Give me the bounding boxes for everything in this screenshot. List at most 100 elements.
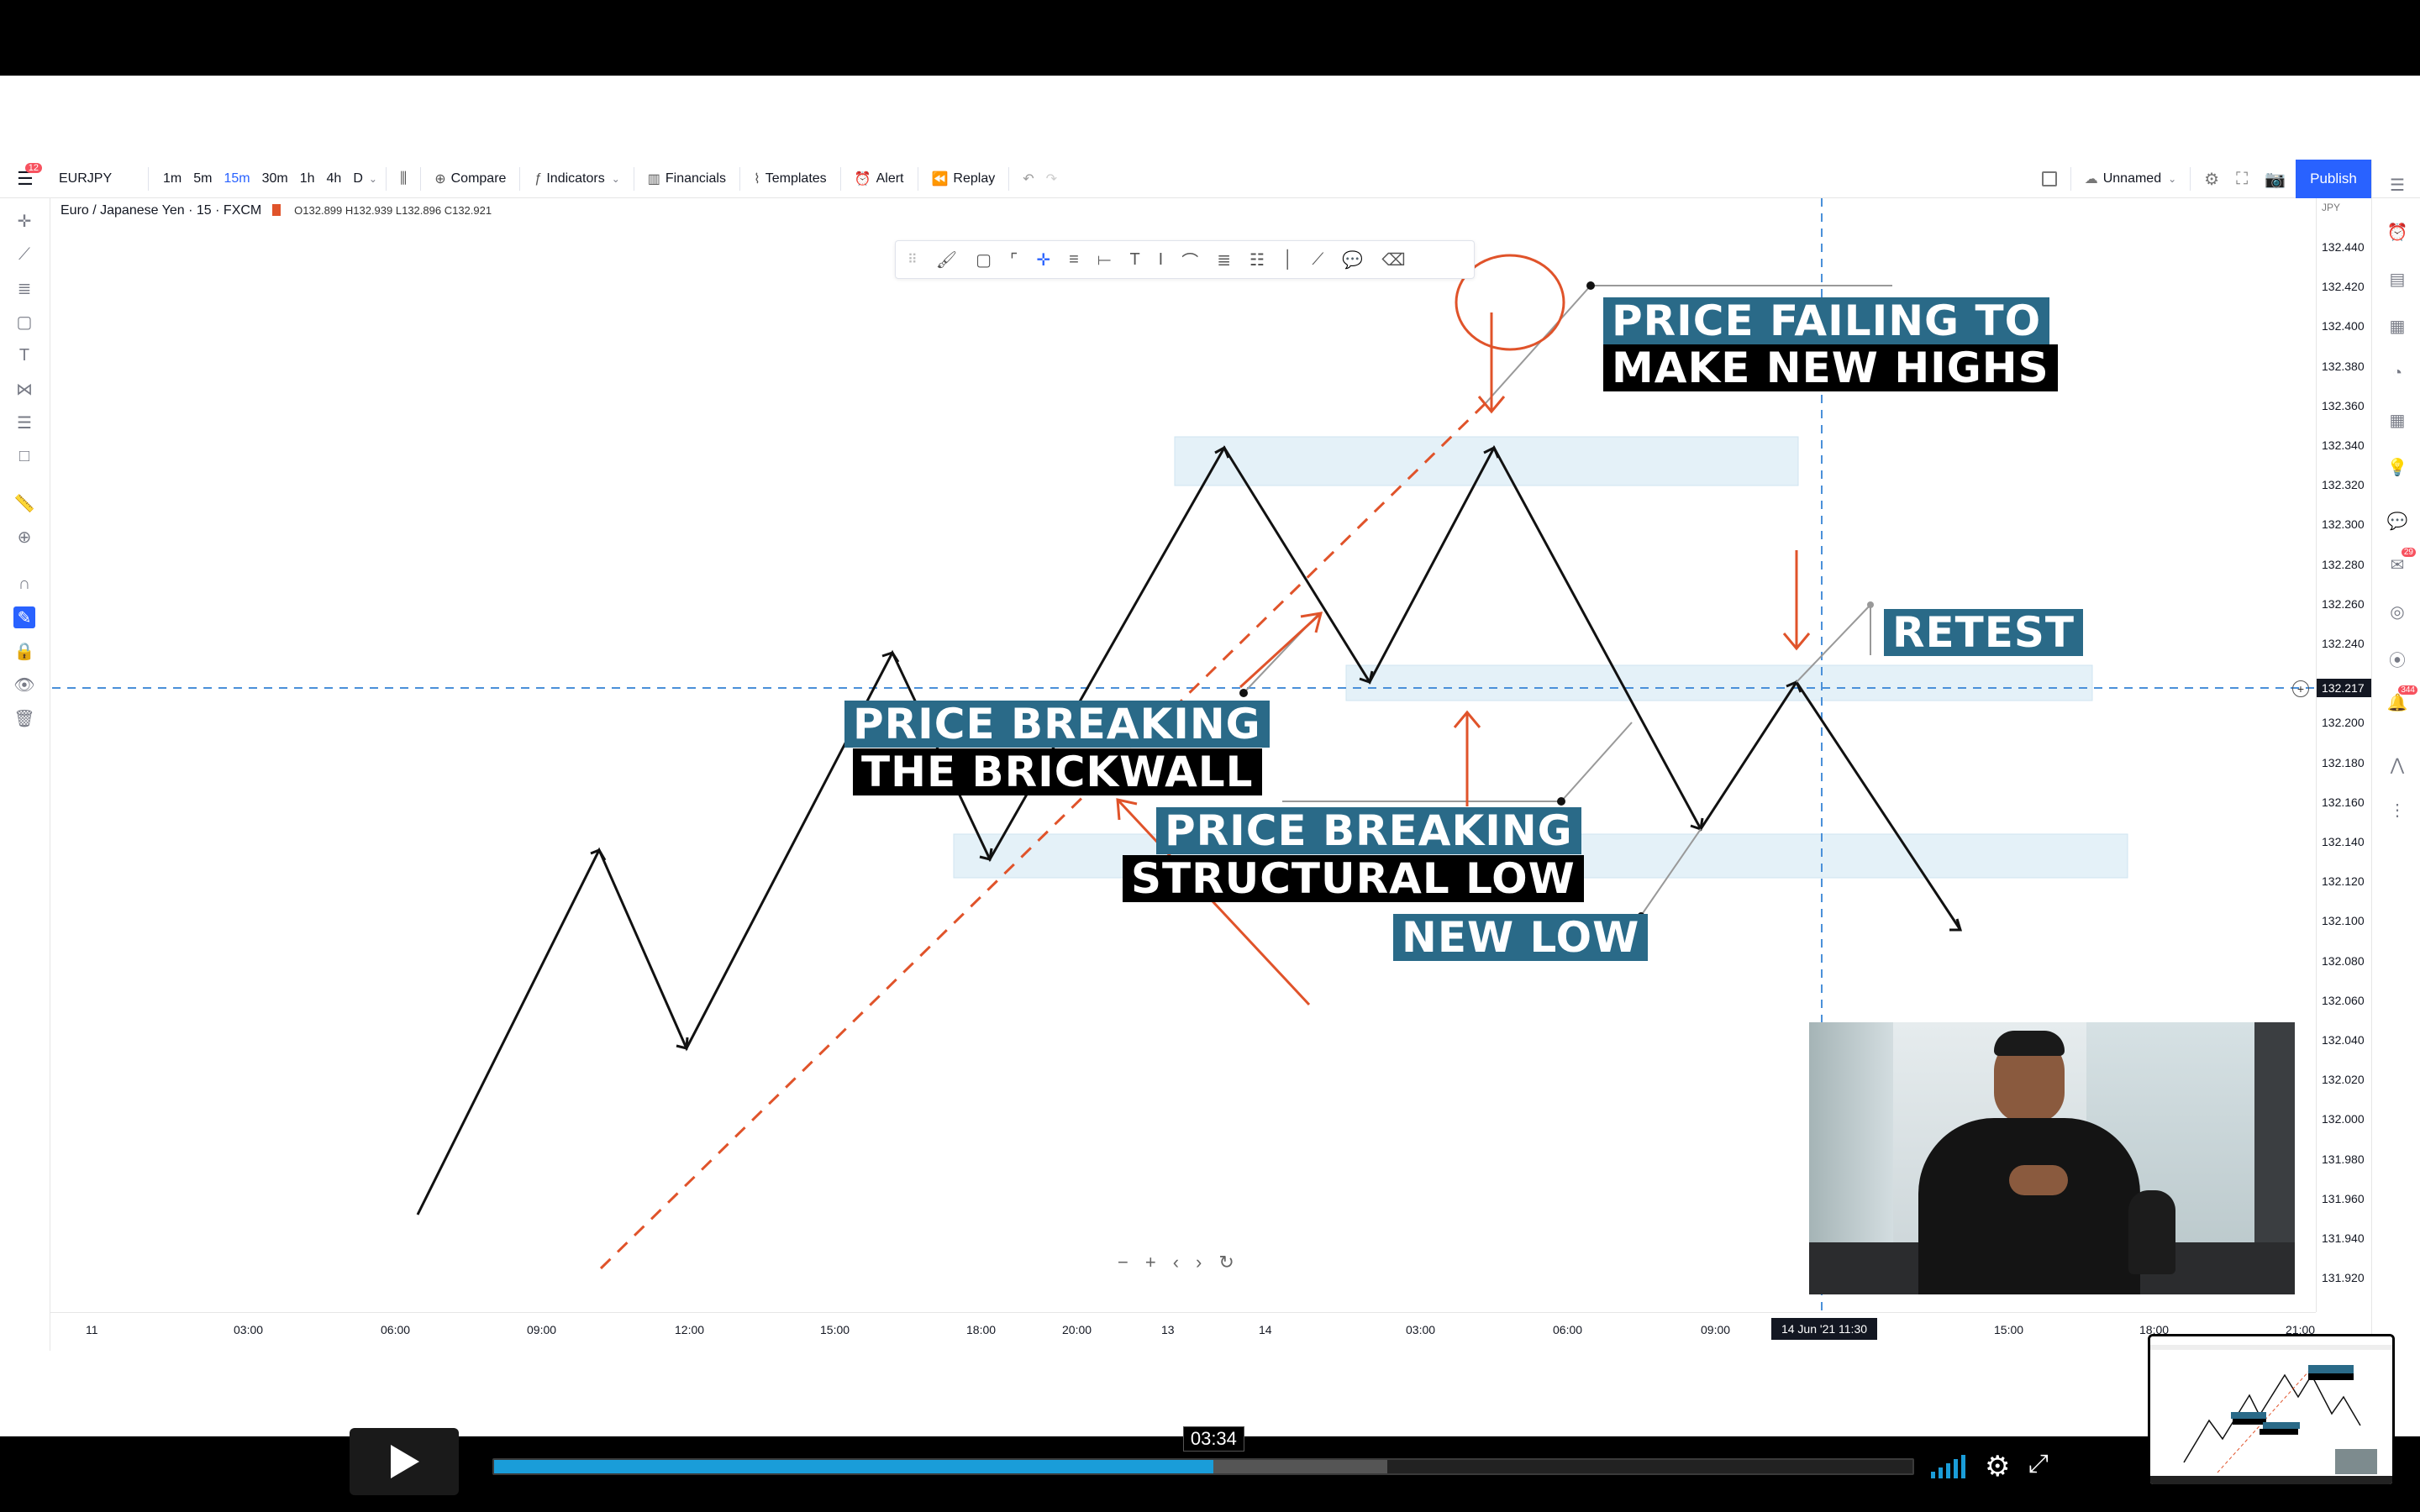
calendar-icon[interactable]: ▦	[2386, 408, 2409, 432]
settings-gear-icon[interactable]: ⚙	[1985, 1450, 2010, 1483]
notes-icon[interactable]: ▦	[2386, 314, 2409, 338]
anchor-point[interactable]	[1586, 281, 1595, 290]
crosshair-time-tag: 14 Jun '21 11:30	[1771, 1318, 1877, 1340]
volume-bar	[1931, 1472, 1935, 1478]
volume-bar	[1939, 1467, 1943, 1478]
hotlist-icon[interactable]: ◔	[2386, 361, 2409, 385]
progress-played	[494, 1460, 1213, 1473]
watchlist-icon[interactable]: ☰	[2386, 173, 2409, 197]
play-icon	[391, 1445, 419, 1478]
play-button[interactable]	[350, 1428, 459, 1495]
streams-icon[interactable]: ◎	[2386, 600, 2409, 623]
time-axis[interactable]: 11 03:00 06:00 09:00 12:00 15:00 18:00 20:00 13 1…	[50, 1312, 2316, 1346]
scroll-left-icon[interactable]: ‹	[1173, 1252, 1179, 1273]
price-tick-label: 132.380	[2322, 359, 2365, 373]
fib-tool-icon[interactable]: ≣	[1217, 249, 1231, 270]
ideas-icon[interactable]: 💡	[2386, 455, 2409, 479]
alerts-badge: 344	[2398, 685, 2417, 695]
price-tick-label: 132.080	[2322, 953, 2365, 968]
price-tick-label: 132.040	[2322, 1033, 2365, 1047]
price-tick-label: 132.260	[2322, 596, 2365, 611]
caption-brickwall-line2: THE BRICKWALL	[853, 748, 1262, 795]
comment-icon[interactable]: 💬	[1342, 249, 1363, 270]
right-sidebar: ☰ ⏰ ▤ ▦ ◔ ▦ 💡 💬 ✉ 29 ◎ ⦿ 🔔 344 ⋀ ⋮	[2371, 160, 2420, 1352]
anchor-point[interactable]	[1239, 689, 1248, 697]
crosshair-time-value: 14 Jun '21 11:30	[1781, 1322, 1868, 1336]
time-tick-label: 18:00	[966, 1323, 997, 1336]
price-tick-label: 132.320	[2322, 478, 2365, 492]
presenter-webcam	[1809, 1022, 2295, 1294]
curve-tool-icon[interactable]: ⌒	[1181, 248, 1198, 272]
progress-bar[interactable]	[492, 1458, 1914, 1475]
price-tick-label: 132.240	[2322, 637, 2365, 650]
broadcast-icon[interactable]: ⦿	[2386, 647, 2409, 670]
time-tick-label: 15:00	[1994, 1323, 2024, 1336]
support-zone-upper[interactable]	[1345, 664, 2093, 701]
volume-bar	[1961, 1455, 1965, 1478]
floating-drawing-toolbar: ⠿ 🖌 ▢ ⌜ ✛ ≡ ⟝ T I ⌒ ≣ ☷ │ ⟋ 💬 ⌫	[895, 240, 1475, 279]
reset-chart-icon[interactable]: ↻	[1218, 1252, 1234, 1273]
zoom-in-icon[interactable]: +	[1145, 1252, 1156, 1273]
text-tool-icon[interactable]: T	[1129, 250, 1139, 270]
time-tick-label: 11	[86, 1323, 98, 1336]
vertical-line-icon[interactable]: │	[1283, 250, 1294, 270]
caption-structural-line1: PRICE BREAKING	[1156, 807, 1581, 854]
price-tick-label: 132.060	[2322, 993, 2365, 1007]
time-tick-label: 15:00	[820, 1323, 850, 1336]
brush-icon[interactable]: 🖌	[936, 249, 957, 270]
price-tick-label: 132.160	[2322, 795, 2365, 809]
trend-indicator-icon[interactable]: ⋀	[2386, 753, 2409, 776]
price-tick-label: 131.980	[2322, 1152, 2365, 1166]
callout-tool-icon[interactable]: ⌜	[1010, 249, 1018, 270]
price-tick-label: 132.180	[2322, 755, 2365, 769]
microphone	[2128, 1190, 2175, 1274]
object-tree-icon[interactable]: ⋮	[2386, 798, 2409, 822]
drag-handle-icon[interactable]: ⠿	[908, 251, 918, 268]
presenter-hand	[2009, 1165, 2068, 1195]
price-tick-label: 132.440	[2322, 240, 2365, 254]
caption-brickwall-line1: PRICE BREAKING	[844, 701, 1270, 748]
scrub-preview-thumbnail	[2148, 1334, 2395, 1487]
currency-label: JPY	[2322, 202, 2341, 213]
callout-line	[1560, 722, 1633, 802]
annotation-arrow[interactable]	[1239, 612, 1323, 689]
price-tick-label: 131.920	[2322, 1271, 2365, 1285]
trend-line-icon[interactable]: ⟋	[1312, 250, 1323, 270]
price-tick-label: 132.420	[2322, 280, 2365, 294]
add-alert-icon[interactable]: +	[2292, 680, 2309, 697]
lines-tool-icon[interactable]: ≡	[1069, 250, 1079, 270]
price-tick-label: 132.120	[2322, 874, 2365, 889]
scroll-right-icon[interactable]: ›	[1196, 1252, 1202, 1273]
caption-failing-line1: PRICE FAILING TO	[1603, 297, 2050, 344]
price-tick-label: 132.360	[2322, 398, 2365, 412]
time-tick-label: 09:00	[527, 1323, 557, 1336]
text-cursor-icon[interactable]: I	[1159, 250, 1164, 270]
zoom-out-icon[interactable]: −	[1118, 1252, 1128, 1273]
parallel-channel-icon[interactable]: ☷	[1249, 249, 1265, 270]
price-tick-label: 132.280	[2322, 557, 2365, 571]
price-axis[interactable]: JPY 132.440 132.420 132.400 132.380 132.360 1…	[2316, 198, 2372, 1312]
alarm-clock-icon[interactable]: ⏰	[2386, 220, 2409, 244]
price-tick-label: 132.140	[2322, 835, 2365, 848]
video-letterbox-top	[0, 0, 2420, 76]
volume-bar	[1946, 1463, 1950, 1478]
callout-line	[1485, 285, 1591, 404]
chat-icon[interactable]: 💬	[2386, 509, 2409, 533]
anchor-point[interactable]	[1557, 797, 1565, 806]
fullscreen-icon[interactable]: ⤢	[2028, 1450, 2049, 1478]
horizontal-ray-icon[interactable]: ⟝	[1097, 250, 1112, 270]
price-tick-label: 131.960	[2322, 1191, 2365, 1205]
data-window-icon[interactable]: ▤	[2386, 267, 2409, 291]
crosshair-icon[interactable]: ✛	[1036, 249, 1050, 270]
chat-notifications-icon[interactable]: ✉ 29	[2386, 548, 2416, 576]
video-frame: ☰ 12 EURJPY 1m 5m 15m 30m 1h 4h D ⌄ ⫼ ⊕ C…	[0, 0, 2420, 1512]
anchor-point[interactable]	[1867, 601, 1874, 608]
price-tick-label: 132.100	[2322, 914, 2365, 928]
rectangle-tool-icon[interactable]: ▢	[976, 249, 992, 270]
notifications-icon[interactable]: 🔔 344	[2386, 685, 2417, 714]
eraser-icon[interactable]: ⌫	[1381, 249, 1405, 270]
caption-retest: RETEST	[1884, 609, 2084, 656]
time-tick-label: 03:00	[1406, 1323, 1436, 1336]
volume-icon[interactable]	[1931, 1453, 1965, 1478]
current-price-value: 132.217	[2322, 681, 2365, 695]
